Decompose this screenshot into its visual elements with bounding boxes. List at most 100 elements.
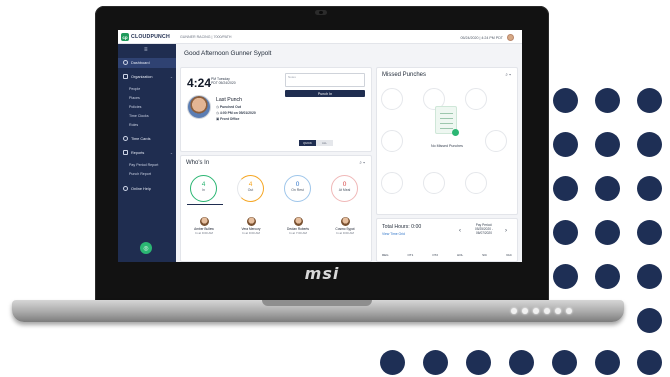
missed-punches-tools: ⌕ ▾ [505,72,511,77]
clipboard-line [440,113,453,115]
top-right-info: 05/24/2020 | 4:24 PM PDT [460,34,514,41]
chat-button[interactable]: ◎ [140,242,152,254]
notes-input[interactable]: Notes [285,73,365,87]
reports-icon [123,150,128,155]
person-avatar [340,217,350,226]
user-avatar[interactable] [507,34,514,41]
last-punch-title: Last Punch [216,97,242,103]
person-card[interactable]: Amber Bullew In at 9:00 AM [184,217,224,235]
top-bar: cp CLOUDPUNCH GUNNER RACING | 7000/PATH … [118,30,522,44]
dot [553,264,578,289]
pay-period-to: 06/07/2020 [476,231,492,235]
clipboard-line [440,123,453,125]
sidebar-item-reports[interactable]: Reports [123,150,144,155]
person-avatar [246,217,256,226]
stat-in[interactable]: 4 In [190,175,217,202]
punch-status-text: Punched Out [219,105,242,109]
stat-at-meal[interactable]: 0 At Meal [331,175,358,202]
person-card[interactable]: Declan Roberts In at 7:00 AM [278,217,318,235]
active-stat-underline [187,204,223,205]
sidebar-item-people[interactable]: People [129,87,140,91]
placeholder-ring [423,172,445,194]
placeholder-ring [485,130,507,152]
current-time: 4:24 [187,76,212,90]
sidebar-item-dashboard[interactable]: Dashboard [123,60,150,65]
chevron-down-icon[interactable]: ⌄ [170,75,173,79]
placeholder-ring [465,172,487,194]
toggle-quick[interactable]: QUICK [299,140,316,146]
webcam [315,10,327,15]
chevron-down-icon[interactable]: ⌄ [170,151,173,155]
whos-in-title: Who's In [186,160,210,166]
sidebar-item-roles[interactable]: Roles [129,123,138,127]
breadcrumb: GUNNER RACING | 7000/PATH [180,35,232,39]
dot [595,176,620,201]
app-logo[interactable]: cp CLOUDPUNCH [121,33,170,41]
dashboard-icon [123,60,128,65]
dot [553,220,578,245]
clipboard-line [440,118,453,120]
stat-on-rest[interactable]: 0 On Rest [284,175,311,202]
logo-mark-icon: cp [121,33,129,41]
status-leds [511,308,572,314]
sidebar-item-label: Online Help [131,186,151,191]
sidebar-item-places[interactable]: Places [129,96,140,100]
dot [637,132,662,157]
led [566,308,572,314]
help-icon [123,186,128,191]
sidebar-item-time-cards[interactable]: Time Cards [123,136,150,141]
led [544,308,550,314]
dot [553,176,578,201]
lid-hinge-notch [262,300,372,306]
sidebar-item-time-clocks[interactable]: Time Clocks [129,114,149,118]
laptop-brand-logo: msi [304,264,340,283]
chevron-left-icon[interactable]: ‹ [459,228,461,234]
person-card[interactable]: Vera Mercury In at 9:00 AM [231,217,271,235]
check-badge-icon [452,129,459,136]
person-avatar [293,217,303,226]
column-header: SIC [482,253,488,257]
page-greeting: Good Afternoon Gunner Sypolt [184,50,272,57]
stat-value: 0 [342,181,347,188]
laptop-base [12,300,624,322]
led [533,308,539,314]
filter-icon[interactable]: ▾ [363,160,365,165]
person-card[interactable]: Cosmo Sypot In at 9:00 AM [325,217,365,235]
stat-value: 4 [248,181,253,188]
search-icon[interactable]: ⌕ [359,160,362,165]
view-time-grid-link[interactable]: View Time Grid [382,232,405,236]
sidebar-item-punch-report[interactable]: Punch Report [129,172,151,176]
current-datetime: 05/24/2020 | 4:24 PM PDT [460,35,504,40]
empty-state-text: No Missed Punches [431,144,463,148]
placeholder-ring [381,172,403,194]
stat-out[interactable]: 4 Out [237,175,264,202]
dot [637,220,662,245]
placeholder-ring [465,88,487,110]
dot [637,308,662,333]
search-icon[interactable]: ⌕ [505,72,508,77]
column-header: OT1 [407,253,414,257]
stat-value: 0 [295,181,300,188]
sidebar-item-label: Dashboard [131,60,150,65]
filter-icon[interactable]: ▾ [509,72,511,77]
chevron-right-icon[interactable]: › [505,228,507,234]
person-time: In at 9:00 AM [195,231,213,235]
sidebar-item-label: Time Cards [131,136,151,141]
last-punch-when: ◷ 4:00 PM on 05/01/2020 [216,111,256,115]
sidebar-item-label: Reports [131,150,145,155]
placeholder-ring [381,88,403,110]
menu-icon[interactable]: ≡ [144,47,148,53]
toggle-all[interactable]: ALL [316,140,333,146]
sidebar-item-policies[interactable]: Policies [129,105,141,109]
clipboard-line [440,128,453,130]
sidebar-item-pay-period-report[interactable]: Pay Period Report [129,163,158,167]
sidebar-item-online-help[interactable]: Online Help [123,186,151,191]
missed-punches-title: Missed Punches [382,72,427,78]
punch-in-button[interactable]: Punch In [285,90,365,97]
employee-avatar [187,95,211,119]
sidebar-item-organization[interactable]: Organization [123,74,153,79]
whos-in-card: Who's In ⌕ ▾ 4 In 4 Out 0 On Rest 0 At Meal … [180,155,372,262]
dot [423,350,448,375]
dot [509,350,534,375]
punch-mode-toggle[interactable]: QUICK ALL [299,140,333,146]
